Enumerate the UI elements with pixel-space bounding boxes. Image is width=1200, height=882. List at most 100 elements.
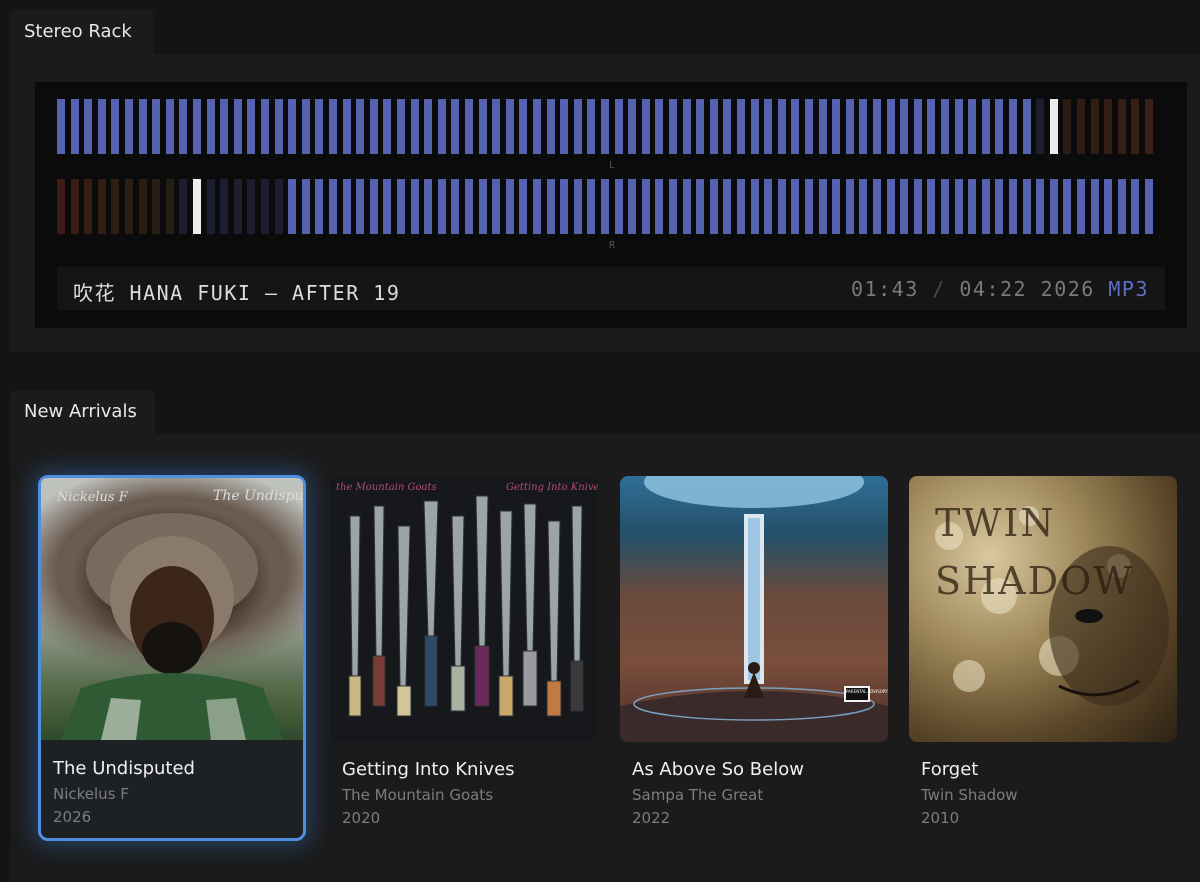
meter-segment: [764, 99, 773, 154]
meter-segment: [1077, 179, 1085, 234]
meter-segment: [587, 179, 596, 234]
meter-segment: [954, 179, 963, 234]
meter-segment: [927, 179, 936, 234]
meter-segment: [669, 99, 677, 154]
meter-segment: [288, 179, 297, 234]
album-year: 2020: [342, 809, 381, 827]
now-playing-bar: 吹花 HANA FUKI — AFTER 19 01:43 / 04:22 20…: [57, 267, 1165, 310]
meter-segment: [274, 179, 283, 234]
meter-segment: [397, 99, 405, 154]
meter-segment: [981, 179, 990, 234]
meter-segment: [573, 179, 582, 234]
meter-segment: [1090, 179, 1099, 234]
album-artist: The Mountain Goats: [342, 786, 494, 804]
album-card[interactable]: the Mountain Goats Getting Into Knives G…: [330, 476, 598, 842]
meter-segment: [968, 99, 977, 154]
meter-segment: [301, 179, 310, 234]
meter-segment: [125, 179, 133, 234]
meter-segment: [628, 179, 637, 234]
meter-segment: [941, 99, 949, 154]
meter-segment: [791, 179, 800, 234]
meter-segment: [832, 99, 841, 154]
album-year: 2022: [632, 809, 671, 827]
meter-segment: [451, 179, 460, 234]
album-year: 2010: [921, 809, 960, 827]
meter-segment: [220, 179, 229, 234]
track-year: 2026: [1040, 277, 1095, 301]
meter-segment: [723, 99, 732, 154]
album-title: Forget: [921, 759, 979, 780]
meter-segment: [1145, 99, 1153, 154]
elapsed-time: 01:43: [851, 277, 919, 301]
meter-segment: [873, 179, 881, 234]
tab-new-arrivals[interactable]: New Arrivals: [10, 390, 155, 434]
meter-segment: [179, 99, 188, 154]
meter-segment: [492, 99, 501, 154]
meter-segment: [492, 179, 501, 234]
album-card[interactable]: Nickelus F The Undisputed The Undisputed…: [38, 475, 306, 841]
meter-segment: [845, 179, 854, 234]
meter-segment: [451, 99, 460, 154]
meter-segment: [1036, 99, 1045, 154]
meter-segment: [601, 99, 609, 154]
meter-segment: [805, 99, 813, 154]
meter-segment: [342, 99, 351, 154]
track-meta: 01:43 / 04:22 2026 MP3: [851, 277, 1149, 301]
meter-segment: [424, 179, 433, 234]
meter-segment: [777, 99, 786, 154]
meter-segment: [111, 179, 120, 234]
meter-segment: [465, 99, 473, 154]
meter-segment: [682, 179, 691, 234]
meter-segment: [165, 99, 174, 154]
meter-segment: [1145, 179, 1153, 234]
meter-segment: [628, 99, 637, 154]
meter-segment: [655, 179, 664, 234]
meter-segment: [288, 99, 297, 154]
meter-segment: [641, 179, 650, 234]
meter-segment: [1090, 99, 1099, 154]
meter-segment: [152, 179, 161, 234]
meter-segment: [84, 179, 93, 234]
meter-segment: [301, 99, 310, 154]
meter-segment: [519, 99, 528, 154]
meter-segment: [220, 99, 229, 154]
meter-segment: [587, 99, 596, 154]
meter-segment: [410, 179, 419, 234]
meter-segment: [125, 99, 133, 154]
meter-segment: [247, 179, 256, 234]
meter-segment: [193, 179, 201, 234]
meter-segment: [832, 179, 841, 234]
right-channel-meter: [57, 179, 1167, 234]
meter-segment: [696, 99, 705, 154]
meter-segment: [478, 99, 487, 154]
duration-time: 04:22: [959, 277, 1028, 301]
meter-segment: [913, 99, 922, 154]
meter-segment: [737, 99, 745, 154]
left-channel-meter: [57, 99, 1167, 154]
meter-segment: [682, 99, 691, 154]
meter-segment: [709, 99, 718, 154]
album-title: The Undisputed: [53, 758, 195, 779]
meter-segment: [274, 99, 283, 154]
meter-segment: [1022, 99, 1031, 154]
meter-segment: [791, 99, 800, 154]
meter-segment: [886, 99, 895, 154]
meter-segment: [696, 179, 705, 234]
meter-segment: [533, 99, 541, 154]
meter-segment: [193, 99, 201, 154]
meter-segment: [383, 99, 392, 154]
meter-segment: [560, 99, 569, 154]
meter-segment: [165, 179, 174, 234]
tab-stereo-rack[interactable]: Stereo Rack: [10, 10, 154, 54]
meter-segment: [818, 99, 827, 154]
meter-segment: [764, 179, 773, 234]
meter-segment: [465, 179, 473, 234]
meter-segment: [424, 99, 433, 154]
meter-segment: [1063, 179, 1072, 234]
meter-segment: [546, 99, 555, 154]
cover-text-artist: Nickelus F: [57, 490, 128, 505]
album-card[interactable]: TWIN SHADOW Forget Twin Shadow 2010: [909, 476, 1177, 842]
album-card[interactable]: PARENTAL ADVISORY As Above So Below Samp…: [620, 476, 888, 842]
cover-text-band: TWIN SHADOW: [935, 501, 1135, 603]
meter-segment: [900, 99, 909, 154]
